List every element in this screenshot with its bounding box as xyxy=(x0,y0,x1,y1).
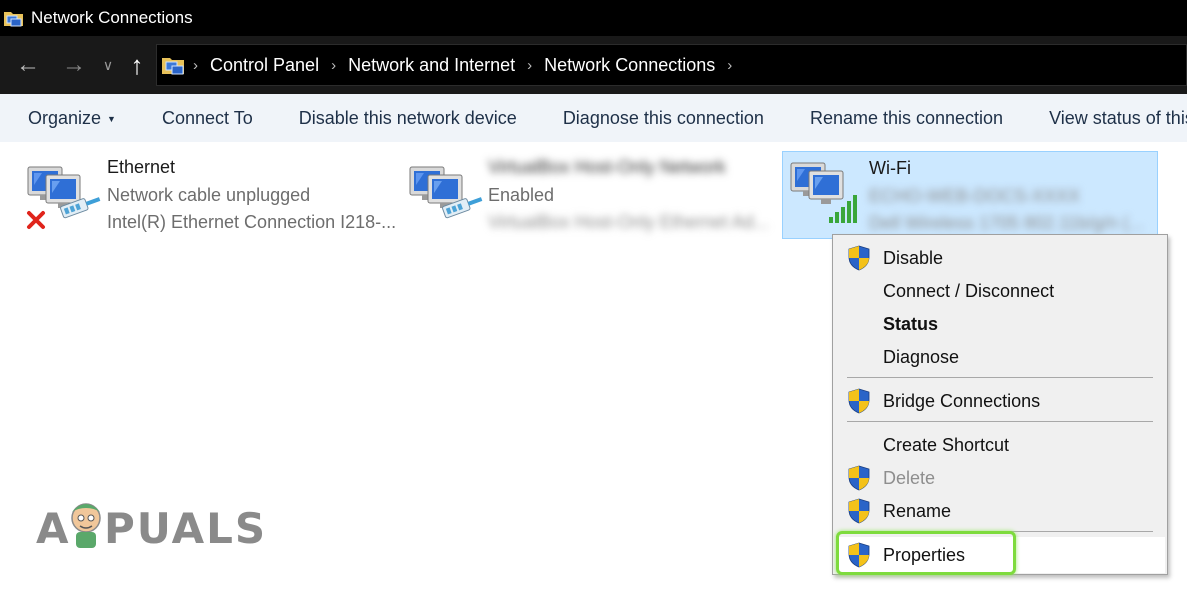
breadcrumb-separator[interactable]: › xyxy=(527,57,532,74)
connection-status: Enabled xyxy=(488,185,555,205)
breadcrumb-separator[interactable]: › xyxy=(727,57,732,74)
address-bar: ← → ∨ ↑ › Control Panel › Network and In… xyxy=(0,36,1187,94)
connection-name: Wi-Fi xyxy=(869,158,911,178)
window-title: Network Connections xyxy=(31,8,193,27)
menu-label: Connect / Disconnect xyxy=(883,280,1055,301)
connection-wifi[interactable]: Wi-Fi ECHO-WEB-DOCS-XXXX Dell Wireless 1… xyxy=(782,151,1158,239)
breadcrumb-control-panel[interactable]: Control Panel xyxy=(210,55,319,76)
menu-separator xyxy=(847,377,1153,378)
chevron-down-icon: ∨ xyxy=(102,56,114,73)
menu-label: Status xyxy=(883,313,939,334)
menu-item-disable[interactable]: Disable xyxy=(833,243,1167,273)
menu-item-connect-disconnect[interactable]: Connect / Disconnect xyxy=(833,276,1167,306)
properties-highlight-outline xyxy=(836,531,1016,575)
connection-status: Network cable unplugged xyxy=(107,185,311,205)
command-bar: Organize ▼ Connect To Disable this networ… xyxy=(0,94,1187,142)
diagnose-connection-button[interactable]: Diagnose this connection xyxy=(563,108,764,129)
arrow-left-icon: ← xyxy=(16,51,40,78)
menu-item-diagnose[interactable]: Diagnose xyxy=(833,342,1167,372)
organize-menu[interactable]: Organize ▼ xyxy=(28,108,116,129)
connection-ethernet[interactable]: Ethernet Network cable unplugged Intel(R… xyxy=(4,151,396,239)
view-status-button[interactable]: View status of this connection xyxy=(1049,108,1187,129)
ethernet-disconnected-icon xyxy=(24,159,102,231)
menu-item-status[interactable]: Status xyxy=(833,309,1167,339)
menu-item-rename[interactable]: Rename xyxy=(833,496,1167,526)
connection-name: Ethernet xyxy=(107,157,176,177)
uac-shield-icon xyxy=(847,245,871,271)
breadcrumb-network-connections[interactable]: Network Connections xyxy=(544,55,715,76)
control-panel-icon xyxy=(161,52,187,78)
connection-virtualbox[interactable]: VirtualBox Host-Only Network Enabled Vir… xyxy=(386,151,770,239)
connection-device: Intel(R) Ethernet Connection I218-... xyxy=(107,212,397,232)
breadcrumb-separator[interactable]: › xyxy=(331,57,336,74)
connection-device: Dell Wireless 1705 802.11b/g/n (... xyxy=(869,213,1144,233)
up-button[interactable]: ↑ xyxy=(122,45,152,85)
breadcrumb-separator[interactable]: › xyxy=(193,57,198,74)
recent-locations-button[interactable]: ∨ xyxy=(94,45,122,85)
menu-label: Disable xyxy=(883,247,944,268)
arrow-up-icon: ↑ xyxy=(130,49,144,80)
menu-separator xyxy=(847,421,1153,422)
uac-shield-icon xyxy=(847,465,871,491)
appuals-mascot-icon xyxy=(66,496,106,552)
connection-status: ECHO-WEB-DOCS-XXXX xyxy=(869,186,1081,206)
connect-to-button[interactable]: Connect To xyxy=(162,108,253,129)
uac-shield-icon xyxy=(847,388,871,414)
menu-label: Delete xyxy=(883,467,936,488)
menu-label: Rename xyxy=(883,500,952,521)
context-menu: Disable Connect / Disconnect Status Diag… xyxy=(832,234,1168,575)
uac-shield-icon xyxy=(847,498,871,524)
path-box[interactable]: › Control Panel › Network and Internet ›… xyxy=(156,44,1187,86)
connection-device: VirtualBox Host-Only Ethernet Ad... xyxy=(488,212,769,232)
back-button[interactable]: ← xyxy=(8,45,48,85)
network-connections-folder-icon xyxy=(3,8,25,28)
ethernet-adapter-icon xyxy=(406,159,484,231)
disable-device-button[interactable]: Disable this network device xyxy=(299,108,517,129)
menu-label: Create Shortcut xyxy=(883,434,1010,455)
forward-button[interactable]: → xyxy=(54,45,94,85)
rename-connection-button[interactable]: Rename this connection xyxy=(810,108,1003,129)
appuals-watermark: A PUALS xyxy=(36,496,265,560)
arrow-right-icon: → xyxy=(62,51,86,78)
wifi-adapter-icon xyxy=(787,155,865,227)
caret-down-icon: ▼ xyxy=(107,113,116,124)
title-bar: Network Connections xyxy=(0,0,1187,36)
menu-item-create-shortcut[interactable]: Create Shortcut xyxy=(833,430,1167,460)
menu-item-delete: Delete xyxy=(833,463,1167,493)
breadcrumb-network-and-internet[interactable]: Network and Internet xyxy=(348,55,515,76)
menu-label: Bridge Connections xyxy=(883,390,1041,411)
organize-label: Organize xyxy=(28,107,102,128)
connection-name: VirtualBox Host-Only Network xyxy=(488,157,726,177)
menu-item-bridge-connections[interactable]: Bridge Connections xyxy=(833,386,1167,416)
watermark-text-right: PUALS xyxy=(104,504,268,553)
menu-label: Diagnose xyxy=(883,346,960,367)
